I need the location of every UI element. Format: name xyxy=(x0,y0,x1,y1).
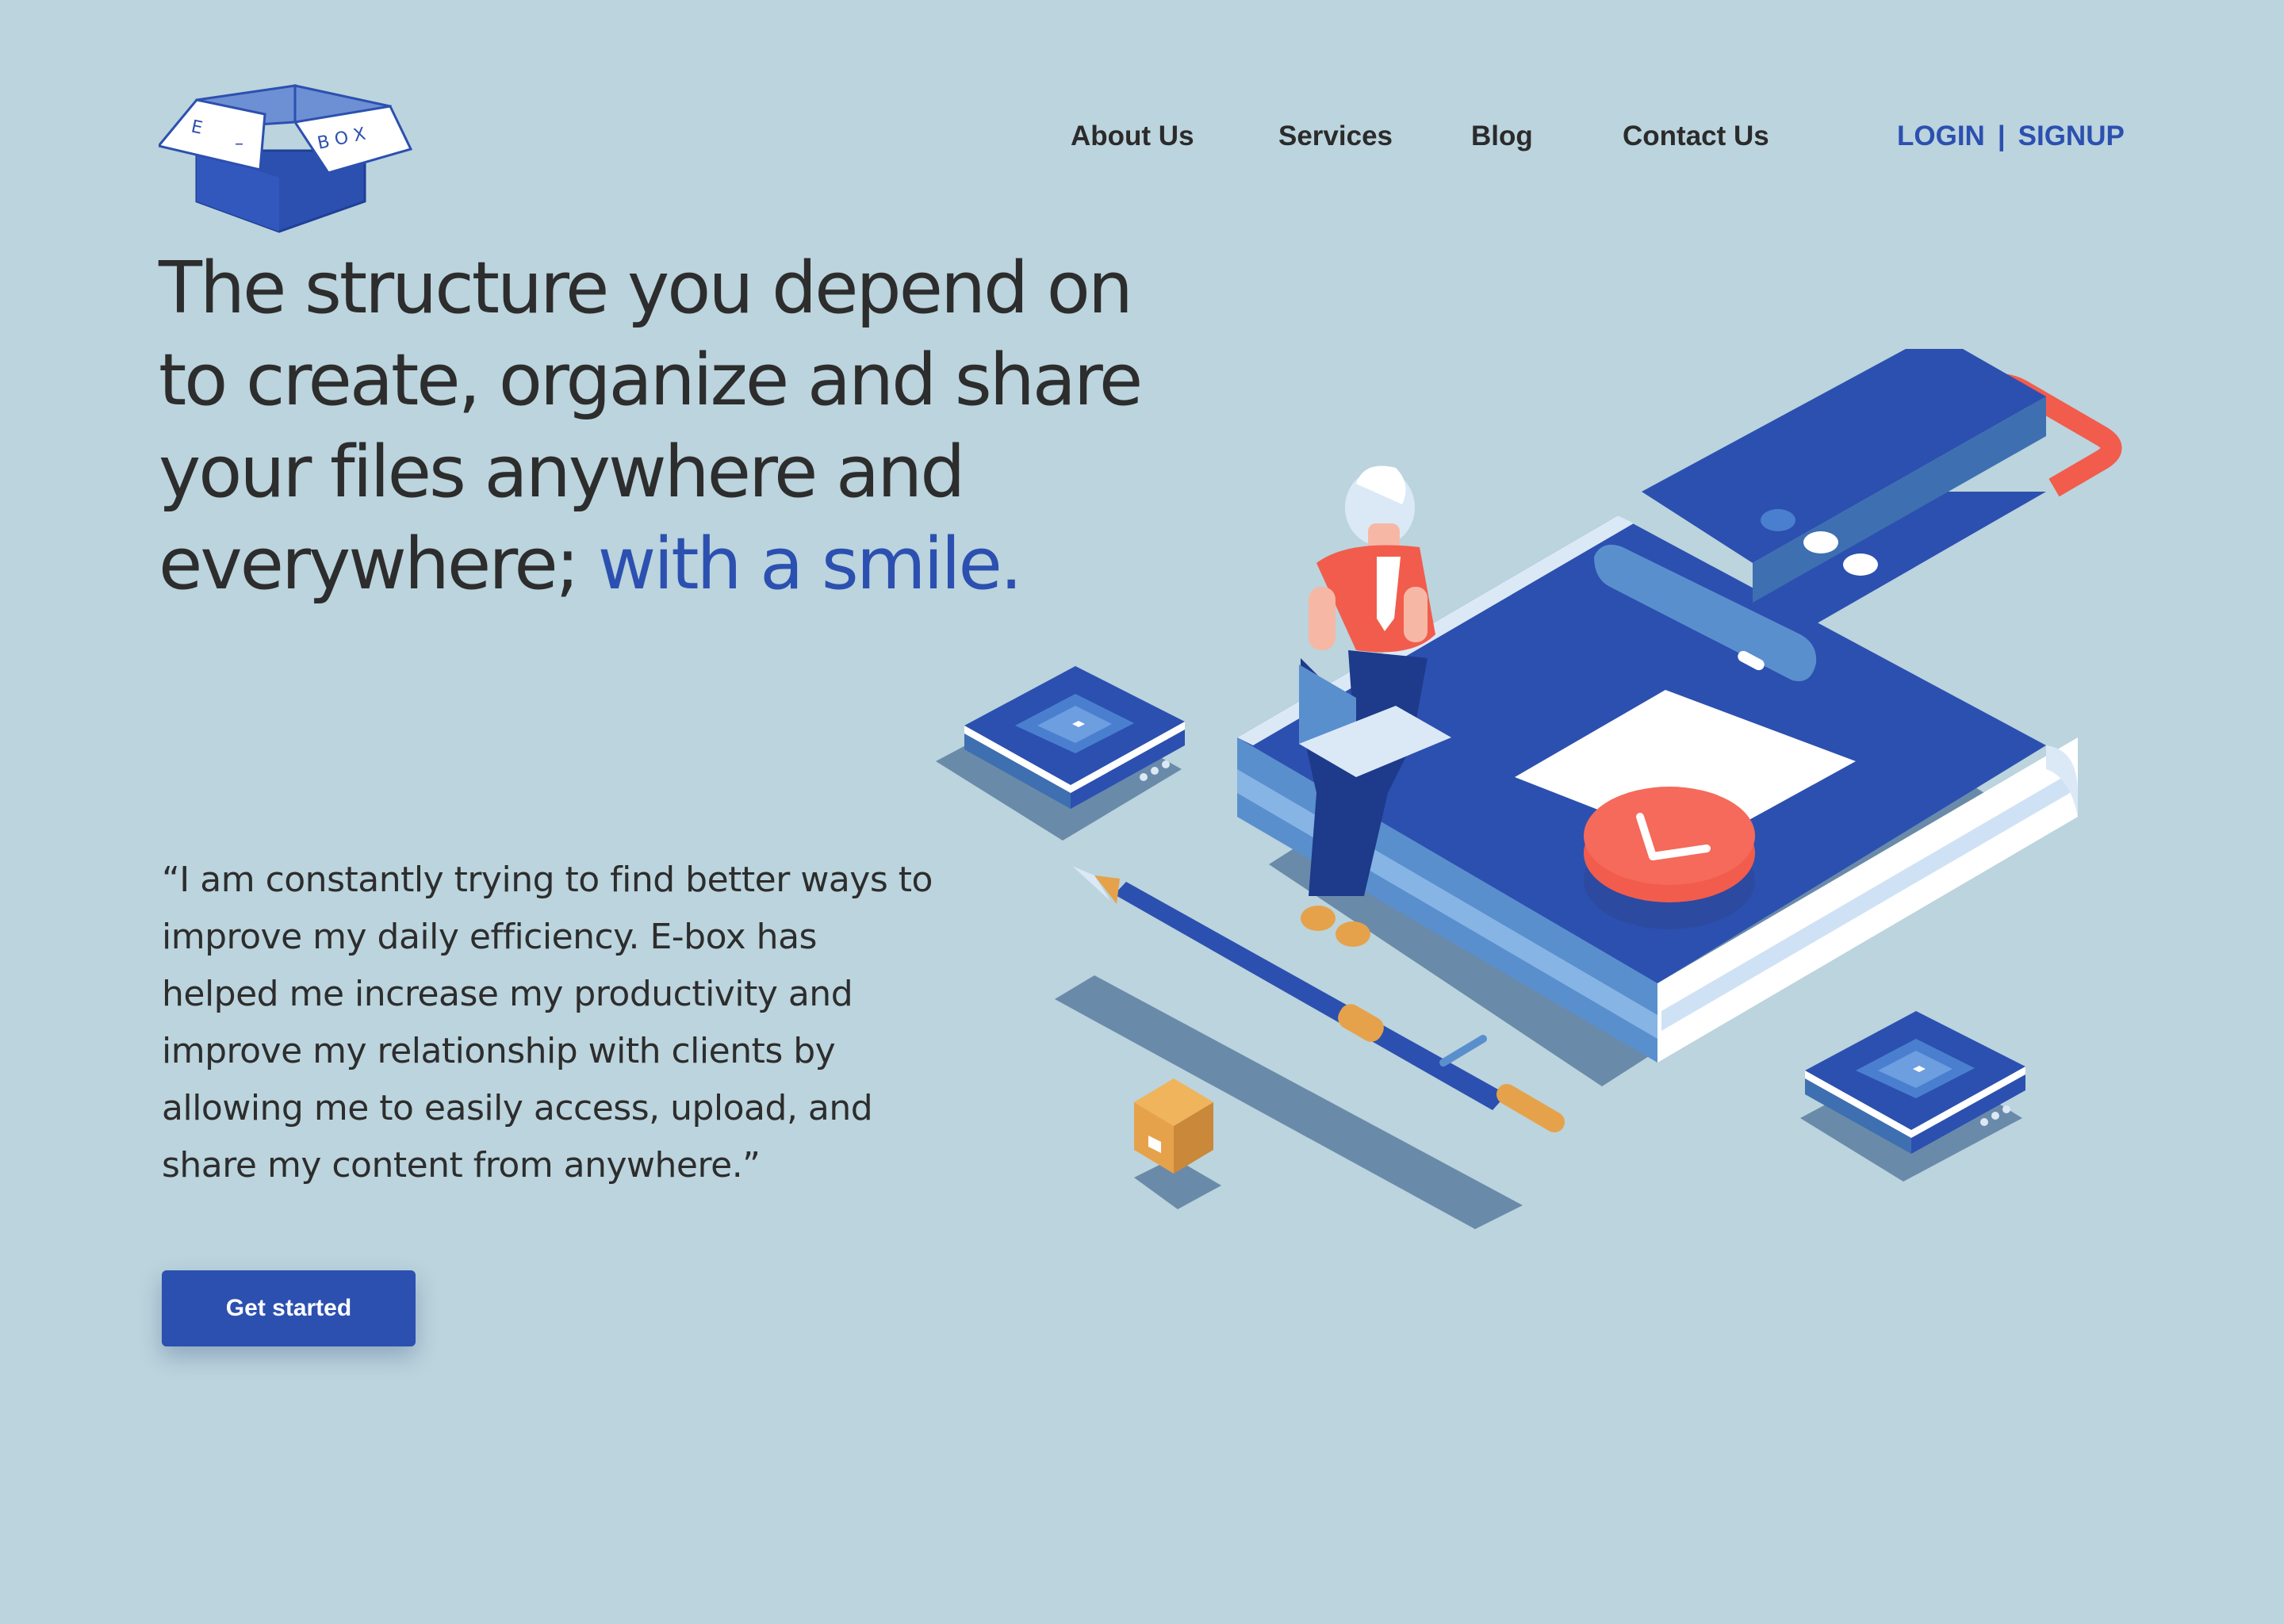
orange-cube xyxy=(1134,1078,1213,1174)
nav-contact-us[interactable]: Contact Us xyxy=(1623,116,1769,157)
isometric-illustration xyxy=(936,333,2122,1229)
headline-line-3: your files anywhere and xyxy=(159,431,965,514)
nav-about-us[interactable]: About Us xyxy=(1071,116,1194,157)
nav-blog[interactable]: Blog xyxy=(1471,116,1533,157)
testimonial-quote: “I am constantly trying to find better w… xyxy=(162,852,939,1194)
auth-links: LOGIN | SIGNUP xyxy=(1897,116,2125,157)
quote-line: improve my daily efficiency. E-box has xyxy=(162,917,817,957)
quote-line: improve my relationship with clients by xyxy=(162,1031,836,1071)
auth-separator: | xyxy=(1997,121,2006,151)
get-started-button[interactable]: Get started xyxy=(162,1270,416,1346)
headline-line-4: everywhere; xyxy=(159,523,580,606)
quote-line: “I am constantly trying to find better w… xyxy=(162,860,933,900)
signup-link[interactable]: SIGNUP xyxy=(2018,121,2125,151)
nav-services[interactable]: Services xyxy=(1278,116,1393,157)
quote-line: helped me increase my productivity and xyxy=(162,974,853,1014)
headline-line-1: The structure you depend on xyxy=(159,247,1133,330)
quote-line: allowing me to easily access, upload, an… xyxy=(162,1088,873,1128)
quote-line: share my content from anywhere.” xyxy=(162,1145,761,1185)
hero-illustration xyxy=(936,333,2221,1253)
login-link[interactable]: LOGIN xyxy=(1897,121,1985,151)
box-logo-icon: E – B O X xyxy=(156,84,413,233)
check-badge xyxy=(1584,787,1755,929)
brand-logo[interactable]: E – B O X xyxy=(156,82,413,233)
